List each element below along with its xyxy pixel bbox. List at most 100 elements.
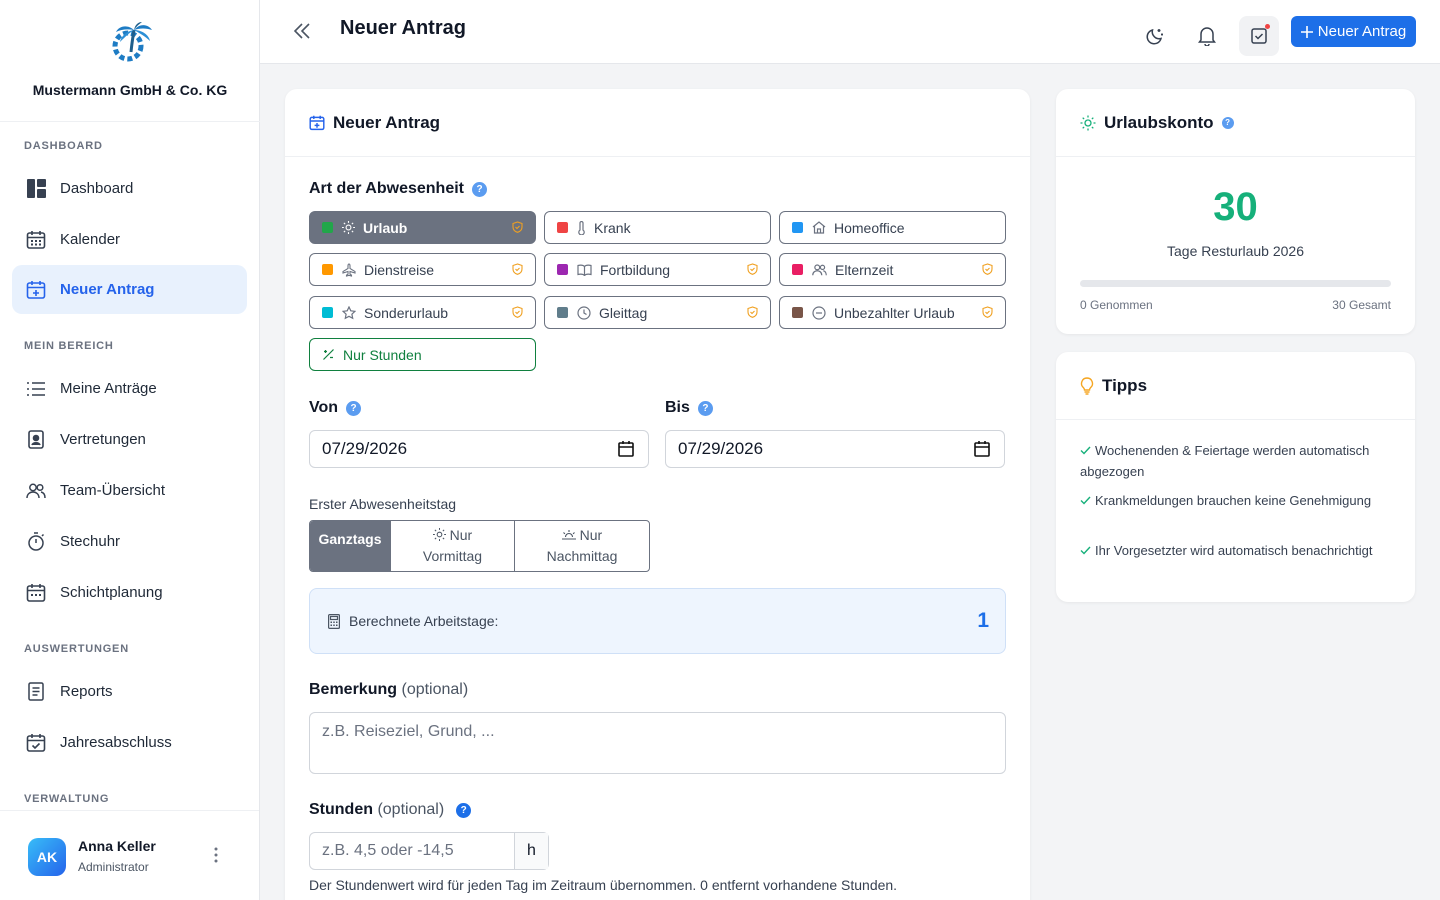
sidebar-item-team-uebersicht[interactable]: Team-Übersicht [12,466,247,515]
check-icon [1080,446,1091,455]
sidebar-item-label: Jahresabschluss [60,734,172,751]
absence-type-homeoffice[interactable]: Homeoffice [779,211,1006,244]
absence-type-label: Elternzeit [835,261,894,278]
tip-item: Krankmeldungen brauchen keine Genehmigun… [1080,490,1400,511]
absence-type-label: Dienstreise [364,261,435,278]
shield-icon [512,306,523,318]
absence-type-sonderurlaub[interactable]: Sonderurlaub [309,296,536,329]
option-label: Nur Vormittag [422,527,483,564]
option-label: Ganztags [318,531,382,547]
from-date-input[interactable]: 07/29/2026 [309,430,649,468]
notifications-button[interactable] [1187,16,1227,56]
absence-type-urlaub[interactable]: Urlaub [309,211,536,244]
help-icon[interactable]: ? [456,802,472,818]
calendar-icon[interactable] [974,441,990,457]
absence-type-label: Sonderurlaub [364,304,449,321]
absence-type-krank[interactable]: Krank [544,211,771,244]
help-icon[interactable]: ? [472,181,487,197]
theme-toggle-button[interactable] [1135,16,1175,56]
help-icon[interactable]: ? [346,400,362,416]
sidebar-item-vertretungen[interactable]: Vertretungen [12,415,247,464]
absence-type-label: Krank [594,219,631,236]
sidebar-item-dashboard[interactable]: Dashboard [12,164,247,213]
stopwatch-icon [26,532,46,552]
to-date-input[interactable]: 07/29/2026 [665,430,1005,468]
vacation-card-header: Urlaubskonto ? [1056,89,1415,157]
optional-label: (optional) [401,681,469,698]
home-icon [812,221,826,234]
calculated-workdays-box: Berechnete Arbeitstage: 1 [309,588,1006,654]
hours-unit: h [514,833,548,869]
tasks-button[interactable] [1239,16,1279,56]
option-nur-nachmittag[interactable]: Nur Nachmittag [514,521,649,571]
option-nur-vormittag[interactable]: Nur Vormittag [390,521,514,571]
color-swatch [792,264,803,275]
help-icon[interactable]: ? [697,400,713,416]
sidebar-item-schichtplanung[interactable]: Schichtplanung [12,568,247,617]
absence-type-label: Unbezahlter Urlaub [834,304,955,321]
top-header: Neuer Antrag Neuer Antrag [260,0,1440,64]
absence-type-dienstreise[interactable]: Dienstreise [309,253,536,286]
from-label: Von ? [309,399,362,417]
calc-label: Berechnete Arbeitstage: [349,613,499,629]
to-date-value: 07/29/2026 [678,439,764,458]
list-icon [26,379,46,399]
calendar-icon[interactable] [618,441,634,457]
calc-value: 1 [977,609,989,632]
sidebar-item-label: Kalender [60,231,121,248]
absence-type-gleittag[interactable]: Gleittag [544,296,771,329]
calendar-plus-icon [26,280,46,300]
absence-type-label: Gleittag [599,304,648,321]
first-day-selector: Ganztags Nur Vormittag Nur Nachmittag [309,520,650,572]
company-logo [112,22,152,62]
avatar: AK [28,838,66,876]
color-swatch [322,264,333,275]
absence-type-elternzeit[interactable]: Elternzeit [779,253,1006,286]
sidebar-item-label: Schichtplanung [60,584,163,601]
bell-icon [1198,27,1216,46]
tip-item: Wochenenden & Feiertage werden automatis… [1080,443,1370,479]
taken-label: 0 Genommen [1080,298,1153,312]
sidebar-item-jahresabschluss[interactable]: Jahresabschluss [12,718,247,767]
calendar-plus-icon [309,115,325,130]
option-ganztags[interactable]: Ganztags [310,521,390,571]
user-profile[interactable]: AK Anna Keller Administrator [0,810,259,900]
absence-type-label: Homeoffice [834,219,905,236]
hours-hint: Der Stundenwert wird für jeden Tag im Ze… [309,877,898,893]
sidebar-item-meine-antraege[interactable]: Meine Anträge [12,364,247,413]
absence-type-label: Urlaub [363,219,408,236]
sidebar-item-label: Neuer Antrag [60,281,155,298]
color-swatch [557,307,568,318]
collapse-sidebar-icon[interactable] [292,21,312,41]
new-request-button[interactable]: Neuer Antrag [1291,16,1416,47]
remaining-label: Tage Resturlaub 2026 [1167,243,1304,259]
optional-label: (optional) [377,801,445,818]
absence-type-unbezahlter-urlaub[interactable]: Unbezahlter Urlaub [779,296,1006,329]
calendar-check-icon [26,733,46,753]
tips-card-header: Tipps [1056,352,1415,420]
company-name: Mustermann GmbH & Co. KG [32,82,228,98]
sidebar-item-neuer-antrag[interactable]: Neuer Antrag [12,265,247,314]
sidebar-item-reports[interactable]: Reports [12,667,247,716]
remark-textarea[interactable]: z.B. Reiseziel, Grund, ... [309,712,1006,774]
absence-type-label: Fortbildung [600,261,671,278]
absence-type-label: Nur Stunden [343,346,422,363]
sun-icon [1080,115,1096,130]
color-swatch [557,222,568,233]
shield-icon [512,221,523,233]
tips-title: Tipps [1102,375,1148,395]
percent-icon [322,348,335,361]
sidebar-item-stechuhr[interactable]: Stechuhr [12,517,247,566]
document-icon [26,682,46,702]
shield-icon [512,263,523,275]
vacation-account-card: Urlaubskonto ? 30 Tage Resturlaub 2026 0… [1056,89,1415,334]
more-vertical-icon[interactable] [214,847,218,863]
absence-type-fortbildung[interactable]: Fortbildung [544,253,771,286]
calendar-icon [26,230,46,250]
remark-label: Bemerkung (optional) [309,681,468,699]
hours-input[interactable]: z.B. 4,5 oder -14,5 [310,833,514,869]
sidebar-item-kalender[interactable]: Kalender [12,215,247,264]
absence-type-nur-stunden[interactable]: Nur Stunden [309,338,536,371]
help-icon[interactable]: ? [1221,116,1234,129]
shield-icon [982,263,993,275]
